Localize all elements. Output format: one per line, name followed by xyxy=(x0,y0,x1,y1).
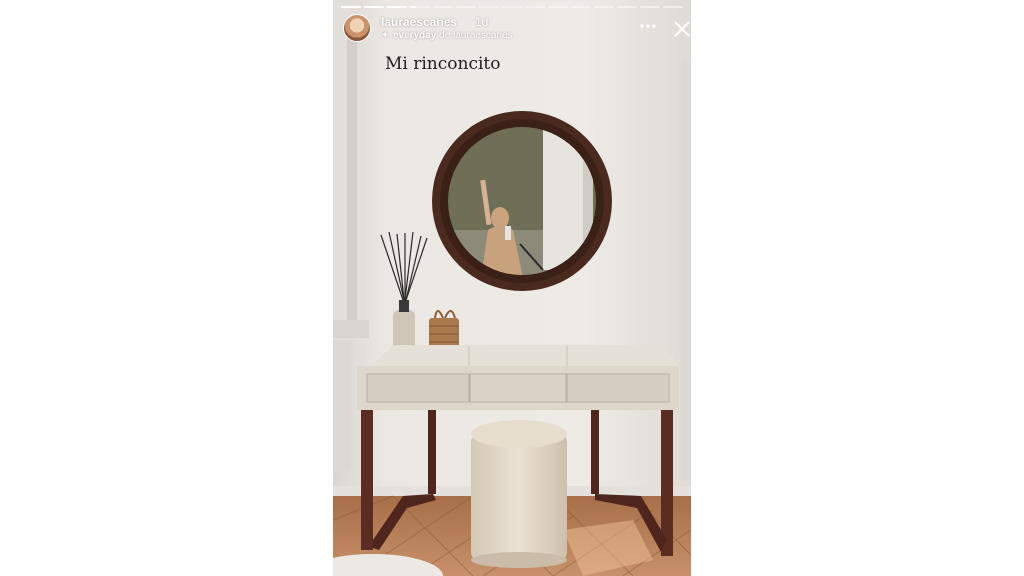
progress-segment xyxy=(479,6,499,8)
page: lauraescanes 1d ✦ everyday de lauraescane… xyxy=(0,0,1024,576)
progress-segment xyxy=(663,6,683,8)
close-icon[interactable] xyxy=(673,20,691,38)
story-caption: Mi rinconcito xyxy=(385,54,501,74)
progress-segment xyxy=(387,6,407,8)
progress-segment xyxy=(617,6,637,8)
progress-segment xyxy=(456,6,476,8)
story-header: lauraescanes 1d ✦ everyday de lauraescane… xyxy=(343,14,690,46)
story-progress-bar xyxy=(341,6,683,8)
story-viewer[interactable]: lauraescanes 1d ✦ everyday de lauraescane… xyxy=(333,0,691,576)
highlight-info[interactable]: ✦ everyday de lauraescanes xyxy=(381,30,513,41)
progress-segment xyxy=(640,6,660,8)
progress-segment xyxy=(548,6,568,8)
more-options-icon[interactable] xyxy=(639,20,659,32)
progress-segment xyxy=(433,6,453,8)
highlight-name: everyday xyxy=(393,30,437,41)
progress-segment-fill xyxy=(341,6,361,8)
progress-segment xyxy=(502,6,522,8)
sparkle-icon: ✦ xyxy=(381,30,390,41)
progress-segment xyxy=(571,6,591,8)
time-ago: 1d xyxy=(475,15,489,29)
progress-segment xyxy=(594,6,614,8)
avatar[interactable] xyxy=(343,14,371,42)
highlight-owner: lauraescanes xyxy=(453,30,513,41)
progress-segment xyxy=(525,6,545,8)
progress-segment-fill xyxy=(364,6,384,8)
username-link[interactable]: lauraescanes xyxy=(381,15,457,29)
story-photo xyxy=(333,0,691,576)
progress-segment xyxy=(341,6,361,8)
progress-segment xyxy=(410,6,430,8)
progress-segment xyxy=(364,6,384,8)
progress-segment-fill xyxy=(410,6,416,8)
progress-segment-fill xyxy=(387,6,407,8)
highlight-prefix: de xyxy=(439,30,451,41)
